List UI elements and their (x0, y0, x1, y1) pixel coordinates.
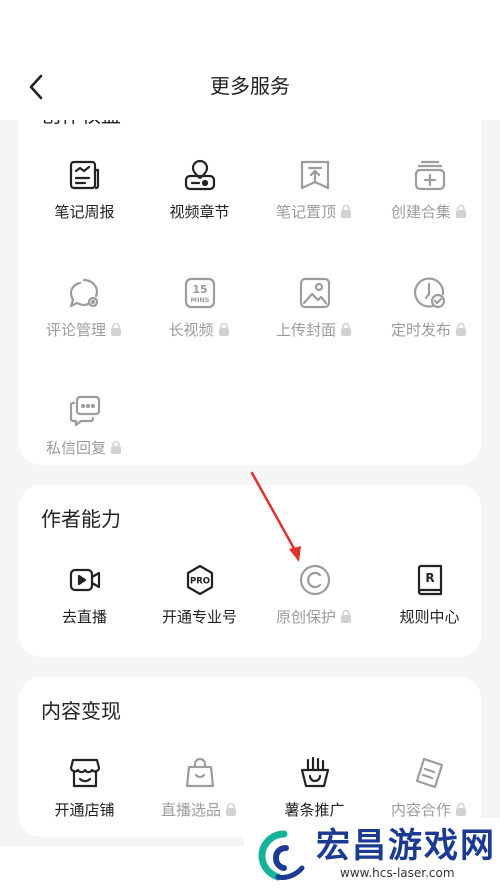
lock-icon (341, 204, 351, 218)
service-video-chapter[interactable]: 视频章节 (142, 158, 257, 258)
lock-icon (456, 204, 466, 218)
top-nav-bar: 更多服务 (0, 0, 500, 120)
lock-icon (226, 802, 236, 816)
scheduled-publish-icon (414, 277, 446, 309)
service-label: 评论管理 (27, 320, 142, 340)
service-rules-center[interactable]: R 规则中心 (372, 563, 481, 657)
message-reply-icon (69, 395, 101, 427)
pro-badge-icon: PRO (186, 564, 214, 596)
upload-cover-icon (299, 277, 331, 309)
service-label: 上传封面 (257, 320, 372, 340)
lock-icon (456, 322, 466, 336)
lock-icon (341, 609, 351, 623)
card-monetization: 内容变现 开通店铺 直播选品 薯条推广 内容合作 (19, 677, 481, 837)
service-live-selection[interactable]: 直播选品 (142, 756, 257, 837)
service-open-store[interactable]: 开通店铺 (27, 756, 142, 837)
create-collection-icon (414, 160, 446, 191)
service-label: 去直播 (61, 608, 107, 626)
watermark-name: 宏昌游戏网 (316, 826, 496, 866)
content-cooperation-icon (415, 757, 444, 789)
service-label: 笔记置顶 (257, 202, 372, 222)
service-label: 长视频 (142, 320, 257, 340)
watermark: 宏昌游戏网 www.hcs-laser.com (244, 818, 500, 889)
watermark-url: www.hcs-laser.com (340, 866, 455, 880)
lock-icon (456, 802, 466, 816)
service-label: 原创保护 (257, 607, 372, 627)
lock-icon (111, 440, 121, 454)
service-upload-cover[interactable]: 上传封面 (257, 276, 372, 376)
service-message-reply[interactable]: 私信回复 (27, 394, 142, 465)
service-pin-top[interactable]: 笔记置顶 (257, 158, 372, 258)
long-video-icon: 15 MINS (184, 277, 216, 309)
service-label: 开通店铺 (54, 801, 115, 819)
long-video-icon-number: 15 (192, 283, 207, 296)
section-title-author-abilities: 作者能力 (41, 507, 121, 531)
copyright-icon (299, 564, 331, 596)
service-label: 规则中心 (399, 608, 460, 626)
shopping-bag-icon (185, 757, 215, 788)
rules-book-icon: R (417, 564, 443, 596)
service-label: 笔记周报 (54, 203, 115, 221)
service-label: 视频章节 (169, 203, 230, 221)
comment-manage-icon (69, 278, 99, 308)
pro-badge-text: PRO (190, 577, 210, 587)
weekly-report-icon (69, 160, 100, 190)
lock-icon (218, 322, 229, 336)
page-title: 更多服务 (210, 74, 290, 98)
service-scheduled-publish[interactable]: 定时发布 (372, 276, 481, 376)
section-title-monetization: 内容变现 (41, 699, 121, 723)
pin-top-icon (300, 160, 330, 190)
card-author-abilities: 作者能力 去直播 PRO 开通专业号 原创保护 R 规则中心 (19, 485, 481, 657)
fries-promo-icon (300, 756, 330, 788)
service-go-live[interactable]: 去直播 (27, 563, 142, 657)
service-long-video[interactable]: 15 MINS 长视频 (142, 276, 257, 376)
long-video-icon-unit: MINS (190, 296, 209, 304)
live-camera-icon (69, 568, 101, 592)
service-original-protection[interactable]: 原创保护 (257, 563, 372, 657)
store-icon (69, 758, 101, 788)
service-comment-manage[interactable]: 评论管理 (27, 276, 142, 376)
service-label: 私信回复 (27, 438, 142, 458)
service-pro-account[interactable]: PRO 开通专业号 (142, 563, 257, 657)
service-create-collection[interactable]: 创建合集 (372, 158, 481, 258)
lock-icon (111, 322, 121, 336)
watermark-logo-icon (258, 830, 305, 881)
video-chapter-icon (184, 159, 216, 191)
service-label: 定时发布 (372, 320, 481, 340)
card-creator-benefits: 创作权益 笔记周报 视频章节 笔记置顶 (19, 88, 481, 465)
service-label: 开通专业号 (161, 608, 237, 626)
service-label: 创建合集 (372, 202, 481, 222)
rules-book-letter: R (425, 571, 434, 585)
service-label: 直播选品 (142, 800, 257, 820)
service-label: 薯条推广 (284, 801, 345, 819)
service-label: 内容合作 (372, 800, 481, 820)
lock-icon (341, 322, 351, 336)
service-weekly-report[interactable]: 笔记周报 (27, 158, 142, 258)
